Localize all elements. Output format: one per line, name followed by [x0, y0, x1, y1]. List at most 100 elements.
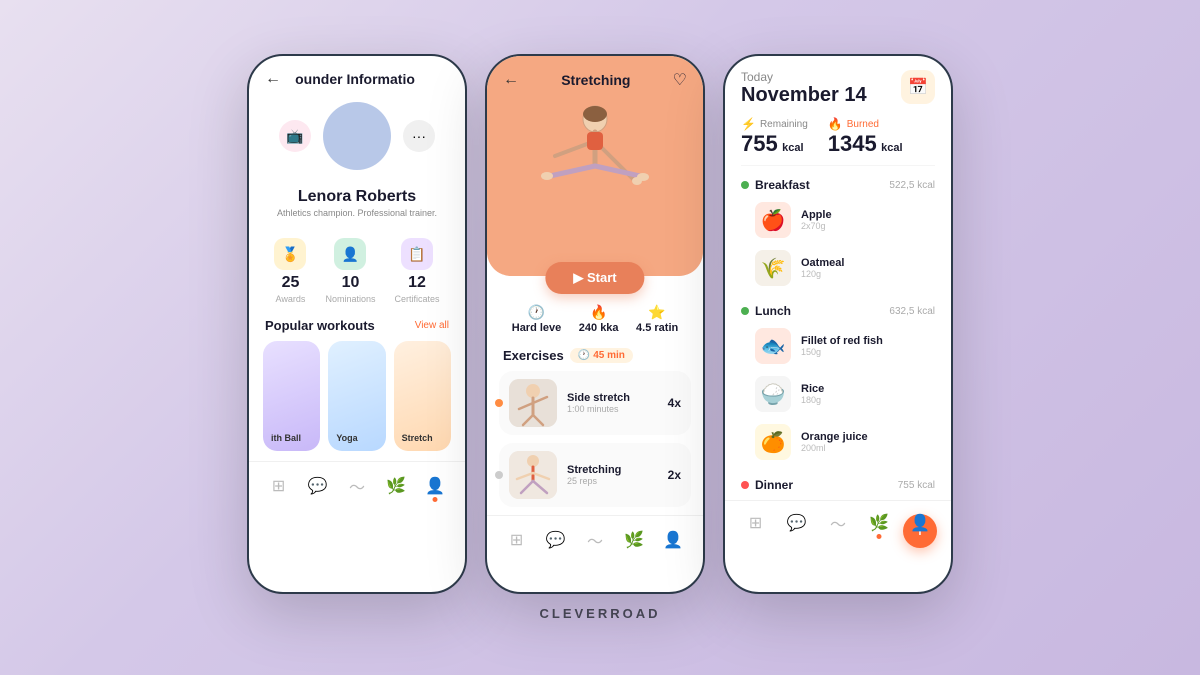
level-icon: 🕐	[528, 304, 545, 321]
profile-name: Lenora Roberts	[298, 188, 416, 206]
start-button[interactable]: ▶ Start	[545, 262, 644, 294]
food-juice: 🍊 Orange juice 200ml	[755, 418, 935, 466]
mid-stat-level: 🕐 Hard leve	[512, 304, 562, 334]
heart-icon[interactable]: ♡	[673, 70, 687, 90]
fish-name: Fillet of red fish	[801, 335, 883, 347]
workout-card-yoga[interactable]: Yoga	[328, 341, 385, 451]
right-bottom-nav: ⊞ 💬 〜 🌿 👤	[725, 500, 951, 543]
back-button[interactable]: ←	[265, 70, 281, 88]
middle-back-button[interactable]: ←	[503, 71, 519, 89]
mid-nav-nature[interactable]: 🌿	[620, 526, 648, 554]
phone-middle: ← Stretching ♡	[485, 54, 705, 594]
meal-dinner: Dinner 755 kcal	[741, 466, 935, 496]
exercise-reps-2: 2x	[668, 468, 681, 482]
popular-workouts-header: Popular workouts View all	[249, 314, 465, 341]
timer-badge: 🕐 45 min	[570, 348, 633, 363]
mid-nav-chat[interactable]: 💬	[542, 526, 570, 554]
middle-top: ← Stretching ♡	[487, 56, 703, 276]
exercise-item-1[interactable]: Side stretch 1:00 minutes 4x	[499, 371, 691, 435]
rice-thumb: 🍚	[755, 376, 791, 412]
apple-name: Apple	[801, 209, 832, 221]
dinner-dot	[741, 481, 749, 489]
kcal-icon: 🔥	[590, 304, 607, 321]
timer-label: 45 min	[593, 350, 625, 361]
calendar-button[interactable]: 📅	[901, 70, 935, 104]
right-nav-active-dot	[877, 534, 882, 539]
food-apple: 🍎 Apple 2x70g	[755, 196, 935, 244]
lunch-dot	[741, 307, 749, 315]
meal-breakfast: Breakfast 522,5 kcal 🍎 Apple 2x70g 🌾	[741, 166, 935, 292]
mid-nav-activity[interactable]: 〜	[581, 526, 609, 554]
burned-label: Burned	[847, 119, 879, 130]
dinner-kcal: 755 kcal	[898, 480, 935, 491]
apple-info: Apple 2x70g	[801, 209, 832, 231]
meal-dinner-header: Dinner 755 kcal	[741, 474, 935, 496]
right-nav-home[interactable]: ⊞	[742, 509, 770, 537]
date-main: November 14	[741, 84, 867, 107]
timer-icon: 🕐	[578, 350, 590, 361]
stat-nominations: 👤 10 Nominations	[325, 238, 375, 304]
workout-label-stretch: Stretch	[402, 433, 433, 443]
exercise-list: Side stretch 1:00 minutes 4x	[487, 371, 703, 507]
lunch-kcal: 632,5 kcal	[889, 306, 935, 317]
view-all-link[interactable]: View all	[415, 320, 449, 331]
exercise-reps-1: 4x	[668, 396, 681, 410]
lunch-name: Lunch	[755, 304, 791, 318]
mid-nav-home[interactable]: ⊞	[503, 526, 531, 554]
mid-nav-profile[interactable]: 👤	[659, 526, 687, 554]
avatar	[323, 102, 391, 170]
right-top-header: Today November 14 📅	[741, 70, 935, 107]
rice-amount: 180g	[801, 395, 824, 405]
date-section: Today November 14	[741, 70, 867, 107]
kcal-label: 240 kka	[579, 322, 619, 334]
juice-name: Orange juice	[801, 431, 868, 443]
right-nav-activity[interactable]: 〜	[824, 509, 852, 537]
right-content: Today November 14 📅 ⚡ Remaining 755 kcal	[725, 56, 951, 496]
nav-home[interactable]: ⊞	[265, 472, 293, 500]
exercise-thumb-1	[509, 379, 557, 427]
meal-lunch: Lunch 632,5 kcal 🐟 Fillet of red fish 15…	[741, 292, 935, 466]
monitor-icon[interactable]: 📺	[279, 120, 311, 152]
apple-amount: 2x70g	[801, 221, 832, 231]
exercise-dot-2	[495, 471, 503, 479]
nav-nature[interactable]: 🌿	[382, 472, 410, 500]
brand-label: CLEVERROAD	[539, 606, 660, 621]
lunch-food-list: 🐟 Fillet of red fish 150g 🍚 Rice 180g	[741, 322, 935, 466]
workout-label-ball: ith Ball	[271, 433, 301, 443]
middle-top-header: ← Stretching ♡	[487, 56, 703, 96]
popular-workouts-title: Popular workouts	[265, 318, 375, 333]
certificates-icon: 📋	[401, 238, 433, 270]
exercise-item-2[interactable]: Stretching 25 reps 2x	[499, 443, 691, 507]
exercise-sub-1: 1:00 minutes	[567, 404, 658, 414]
mid-stat-rating: ⭐ 4.5 ratin	[636, 304, 678, 334]
exercises-title: Exercises	[503, 348, 564, 363]
awards-label: Awards	[276, 294, 306, 304]
kcal-row: ⚡ Remaining 755 kcal 🔥 Burned 1345	[741, 107, 935, 166]
food-fish: 🐟 Fillet of red fish 150g	[755, 322, 935, 370]
nav-activity[interactable]: 〜	[343, 472, 371, 500]
level-label: Hard leve	[512, 322, 562, 334]
more-icon[interactable]: ···	[403, 120, 435, 152]
right-nav-profile[interactable]: 👤	[906, 509, 934, 537]
nominations-icon: 👤	[334, 238, 366, 270]
breakfast-kcal: 522,5 kcal	[889, 180, 935, 191]
right-nav-nature[interactable]: 🌿	[865, 509, 893, 537]
profile-icons-row: 📺 ···	[279, 102, 435, 170]
nav-chat[interactable]: 💬	[304, 472, 332, 500]
oatmeal-amount: 120g	[801, 269, 844, 279]
food-rice: 🍚 Rice 180g	[755, 370, 935, 418]
right-nav-chat[interactable]: 💬	[783, 509, 811, 537]
juice-amount: 200ml	[801, 443, 868, 453]
workout-card-ball[interactable]: ith Ball	[263, 341, 320, 451]
profile-area: 📺 ··· Lenora Roberts Athletics champion.…	[249, 94, 465, 228]
stat-certificates: 📋 12 Certificates	[394, 238, 439, 304]
meal-breakfast-header: Breakfast 522,5 kcal	[741, 174, 935, 196]
oatmeal-thumb: 🌾	[755, 250, 791, 286]
workout-label-yoga: Yoga	[336, 433, 357, 443]
workout-card-stretch[interactable]: Stretch	[394, 341, 451, 451]
exercise-thumb-2	[509, 451, 557, 499]
fish-thumb: 🐟	[755, 328, 791, 364]
nav-profile[interactable]: 👤	[421, 472, 449, 500]
exercise-dot-1	[495, 399, 503, 407]
awards-icon: 🏅	[274, 238, 306, 270]
